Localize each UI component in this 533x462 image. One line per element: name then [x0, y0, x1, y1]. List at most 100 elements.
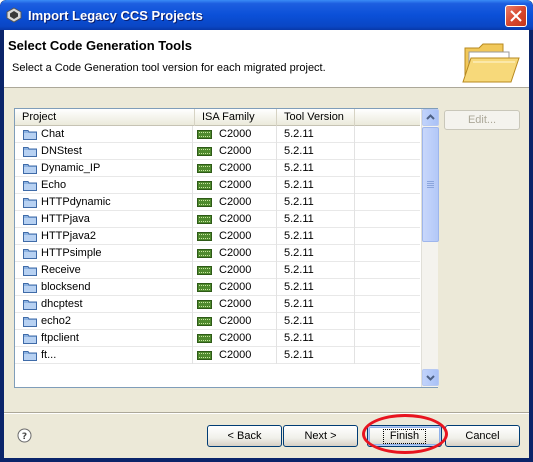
table-row[interactable]: DNStest C2000 5.2.11: [15, 143, 420, 160]
isa-family: C2000: [219, 332, 252, 344]
folder-icon: [23, 147, 37, 157]
tool-version-cell[interactable]: 5.2.11: [277, 262, 355, 279]
back-button[interactable]: < Back: [207, 425, 282, 447]
tool-version: 5.2.11: [284, 332, 314, 344]
folder-icon: [23, 300, 37, 310]
isa-family: C2000: [219, 162, 252, 174]
tool-version-cell[interactable]: 5.2.11: [277, 279, 355, 296]
tool-version-cell[interactable]: 5.2.11: [277, 211, 355, 228]
tool-version-cell[interactable]: 5.2.11: [277, 313, 355, 330]
folder-icon: [23, 266, 37, 276]
isa-family: C2000: [219, 298, 252, 310]
tool-version-cell[interactable]: 5.2.11: [277, 228, 355, 245]
project-name: echo2: [41, 315, 71, 327]
finish-button[interactable]: Finish: [367, 425, 442, 447]
folder-icon: [23, 130, 37, 140]
footer-divider: [4, 412, 529, 414]
isa-family: C2000: [219, 213, 252, 225]
isa-cell: C2000: [195, 160, 277, 177]
cancel-button-label: Cancel: [465, 430, 500, 442]
chip-icon: [197, 266, 212, 275]
project-cell: ftpclient: [23, 330, 193, 347]
folder-icon: [23, 181, 37, 191]
table-row[interactable]: HTTPjava2 C2000 5.2.11: [15, 228, 420, 245]
isa-family: C2000: [219, 264, 252, 276]
chip-icon: [197, 232, 212, 241]
table-row[interactable]: Dynamic_IP C2000 5.2.11: [15, 160, 420, 177]
project-name: HTTPdynamic: [41, 196, 111, 208]
column-header-isa-family[interactable]: ISA Family: [195, 109, 277, 126]
tool-version-cell[interactable]: 5.2.11: [277, 143, 355, 160]
projects-table[interactable]: Project ISA Family Tool Version Chat C200…: [14, 108, 439, 388]
next-button-label: Next >: [304, 430, 337, 442]
scroll-down-button[interactable]: [422, 369, 439, 386]
table-row[interactable]: echo2 C2000 5.2.11: [15, 313, 420, 330]
folder-icon: [23, 232, 37, 242]
cancel-button[interactable]: Cancel: [445, 425, 520, 447]
tool-version-cell[interactable]: 5.2.11: [277, 296, 355, 313]
isa-family: C2000: [219, 315, 252, 327]
isa-family: C2000: [219, 281, 252, 293]
table-row[interactable]: ft... C2000 5.2.11: [15, 347, 420, 364]
tool-version-cell[interactable]: 5.2.11: [277, 160, 355, 177]
table-row[interactable]: dhcptest C2000 5.2.11: [15, 296, 420, 313]
project-name: Receive: [41, 264, 81, 276]
table-body: Chat C2000 5.2.11 DNStest C2000 5.2.11 Dynamic…: [15, 126, 420, 388]
chip-icon: [197, 147, 212, 156]
isa-family: C2000: [219, 247, 252, 259]
table-row[interactable]: ftpclient C2000 5.2.11: [15, 330, 420, 347]
chip-icon: [197, 283, 212, 292]
table-row[interactable]: HTTPsimple C2000 5.2.11: [15, 245, 420, 262]
table-row[interactable]: blocksend C2000 5.2.11: [15, 279, 420, 296]
project-name: ftpclient: [41, 332, 79, 344]
folder-icon: [23, 334, 37, 344]
next-button[interactable]: Next >: [283, 425, 358, 447]
scroll-up-button[interactable]: [422, 109, 439, 126]
isa-family: C2000: [219, 145, 252, 157]
isa-cell: C2000: [195, 126, 277, 143]
project-cell: HTTPdynamic: [23, 194, 193, 211]
tool-version: 5.2.11: [284, 162, 314, 174]
table-row[interactable]: HTTPjava C2000 5.2.11: [15, 211, 420, 228]
close-button[interactable]: [505, 5, 527, 27]
title-bar[interactable]: Import Legacy CCS Projects: [0, 0, 533, 30]
chip-icon: [197, 198, 212, 207]
chip-icon: [197, 181, 212, 190]
help-icon[interactable]: ?: [17, 428, 32, 443]
isa-cell: C2000: [195, 347, 277, 364]
project-name: DNStest: [41, 145, 82, 157]
column-header-tool-version[interactable]: Tool Version: [277, 109, 355, 126]
project-cell: dhcptest: [23, 296, 193, 313]
table-row[interactable]: Chat C2000 5.2.11: [15, 126, 420, 143]
isa-cell: C2000: [195, 228, 277, 245]
table-row[interactable]: Receive C2000 5.2.11: [15, 262, 420, 279]
tool-version-cell[interactable]: 5.2.11: [277, 245, 355, 262]
isa-cell: C2000: [195, 296, 277, 313]
edit-button[interactable]: Edit...: [444, 110, 520, 130]
tool-version-cell[interactable]: 5.2.11: [277, 347, 355, 364]
tool-version: 5.2.11: [284, 315, 314, 327]
chip-icon: [197, 164, 212, 173]
chevron-down-icon: [426, 375, 435, 381]
project-cell: HTTPsimple: [23, 245, 193, 262]
tool-version-cell[interactable]: 5.2.11: [277, 194, 355, 211]
back-button-label: < Back: [227, 430, 262, 442]
column-header-project[interactable]: Project: [15, 109, 195, 126]
tool-version: 5.2.11: [284, 349, 314, 361]
project-name: blocksend: [41, 281, 91, 293]
table-row[interactable]: Echo C2000 5.2.11: [15, 177, 420, 194]
tool-version-cell[interactable]: 5.2.11: [277, 126, 355, 143]
folder-icon: [23, 351, 37, 361]
tool-version: 5.2.11: [284, 179, 314, 191]
tool-version-cell[interactable]: 5.2.11: [277, 177, 355, 194]
isa-cell: C2000: [195, 143, 277, 160]
vertical-scrollbar[interactable]: [421, 109, 439, 387]
chip-icon: [197, 317, 212, 326]
tool-version-cell[interactable]: 5.2.11: [277, 330, 355, 347]
isa-cell: C2000: [195, 211, 277, 228]
scroll-thumb[interactable]: [422, 127, 439, 242]
table-row[interactable]: HTTPdynamic C2000 5.2.11: [15, 194, 420, 211]
tool-version: 5.2.11: [284, 298, 314, 310]
tool-version: 5.2.11: [284, 230, 314, 242]
scroll-grip: [427, 183, 434, 184]
